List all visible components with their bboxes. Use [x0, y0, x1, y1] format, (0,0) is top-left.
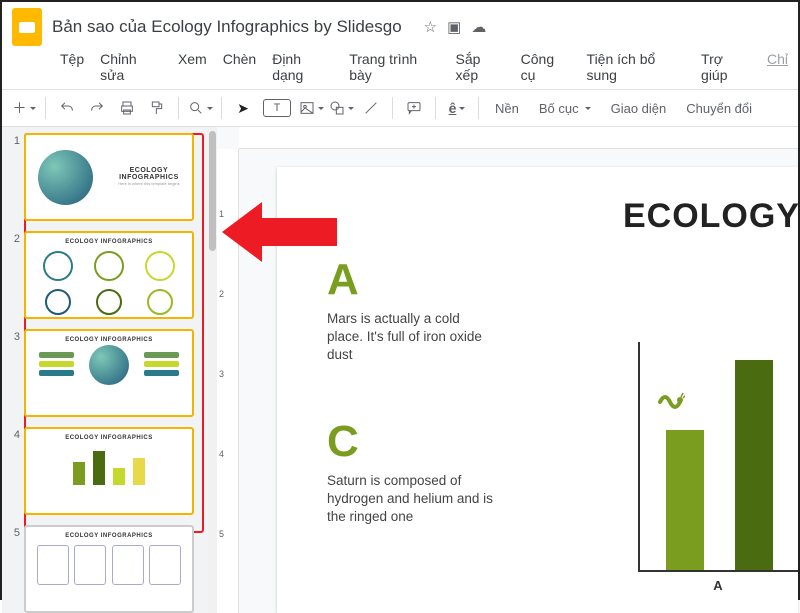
menu-insert[interactable]: Chèn	[223, 51, 256, 83]
vertical-ruler: 1 2 3 4 5	[217, 149, 239, 613]
image-tool[interactable]	[297, 94, 325, 122]
thumb1-sub: Here is where this template begins	[118, 181, 179, 186]
slide-thumb-4[interactable]: ECOLOGY INFOGRAPHICS	[24, 427, 194, 515]
circle-icon	[147, 289, 173, 315]
menu-edit[interactable]: Chỉnh sửa	[100, 51, 162, 83]
menu-bar: Tệp Chỉnh sửa Xem Chèn Định dạng Trang t…	[2, 48, 798, 89]
bar-chart[interactable]: A	[638, 342, 798, 593]
horizontal-ruler	[239, 127, 798, 149]
circle-icon	[94, 251, 124, 281]
select-tool[interactable]: ➤	[229, 94, 257, 122]
shape-tool[interactable]	[327, 94, 355, 122]
layout-button[interactable]: Bố cục	[530, 94, 600, 122]
redo-button[interactable]	[83, 94, 111, 122]
card-icon	[112, 545, 144, 585]
thumb3-title: ECOLOGY INFOGRAPHICS	[26, 331, 192, 345]
worm-icon	[655, 382, 685, 419]
text-c: Saturn is composed of hydrogen and heliu…	[327, 472, 497, 527]
slide-thumb-2[interactable]: ECOLOGY INFOGRAPHICS	[24, 231, 194, 319]
bar-icon	[133, 458, 145, 485]
thumb1-title1: ECOLOGY	[118, 167, 179, 174]
theme-button[interactable]: Giao diện	[602, 94, 676, 122]
menu-addons[interactable]: Tiện ích bổ sung	[587, 51, 686, 83]
slide-thumb-1[interactable]: ECOLOGY INFOGRAPHICS Here is where this …	[24, 133, 194, 221]
card-icon	[37, 545, 69, 585]
filmstrip-scrollbar[interactable]	[208, 127, 217, 613]
card-icon	[149, 545, 181, 585]
line-tool[interactable]	[357, 94, 385, 122]
thumb1-title2: INFOGRAPHICS	[118, 174, 179, 181]
menu-tools[interactable]: Công cụ	[521, 51, 571, 83]
thumb-num: 2	[6, 233, 20, 245]
star-icon[interactable]: ☆	[424, 18, 437, 36]
cloud-icon[interactable]: ☁	[471, 18, 486, 36]
new-slide-button[interactable]: ＋	[10, 94, 38, 122]
zoom-button[interactable]	[186, 94, 214, 122]
thumb-num: 3	[6, 331, 20, 343]
menu-file[interactable]: Tệp	[60, 51, 84, 83]
textbox-tool[interactable]: T	[263, 99, 291, 117]
menu-slide[interactable]: Trang trình bày	[349, 51, 439, 83]
chart-bar-b	[735, 360, 773, 570]
thumb2-title: ECOLOGY INFOGRAPHICS	[26, 233, 192, 247]
toolbar: ＋ ➤ T ê Nền Bố cục Giao diện Chuyển đổi	[2, 89, 798, 127]
move-icon[interactable]: ▣	[447, 18, 461, 36]
paint-format-button[interactable]	[143, 94, 171, 122]
thumb-num: 5	[6, 527, 20, 539]
circle-icon	[145, 251, 175, 281]
circle-icon	[43, 251, 73, 281]
link-button[interactable]: ê	[443, 94, 471, 122]
menu-help[interactable]: Trợ giúp	[701, 51, 751, 83]
slide-title[interactable]: ECOLOGY	[327, 197, 800, 236]
globe-icon	[38, 150, 93, 205]
transition-button[interactable]: Chuyển đổi	[677, 94, 761, 122]
chart-bar-a	[666, 430, 704, 570]
slides-logo-icon[interactable]	[12, 8, 42, 46]
filmstrip: 1 ECOLOGY INFOGRAPHICS Here is where thi…	[2, 127, 217, 613]
document-title[interactable]: Bản sao của Ecology Infographics by Slid…	[52, 17, 402, 37]
canvas-area: 1 2 3 4 5 ECOLOGY A Mars is actually a c…	[217, 127, 798, 613]
bar-icon	[93, 451, 105, 485]
title-bar: Bản sao của Ecology Infographics by Slid…	[2, 2, 798, 48]
background-button[interactable]: Nền	[486, 94, 528, 122]
axis-label-a: A	[638, 578, 798, 593]
thumb4-title: ECOLOGY INFOGRAPHICS	[26, 429, 192, 443]
menu-arrange[interactable]: Sắp xếp	[456, 51, 505, 83]
globe-icon	[89, 345, 129, 385]
workspace: 1 ECOLOGY INFOGRAPHICS Here is where thi…	[2, 127, 798, 613]
thumb-num: 1	[6, 135, 20, 147]
circle-icon	[45, 289, 71, 315]
menu-lastedit[interactable]: Chỉ	[767, 51, 788, 83]
menu-view[interactable]: Xem	[178, 51, 207, 83]
slide-canvas[interactable]: ECOLOGY A Mars is actually a cold place.…	[277, 167, 798, 613]
thumb5-title: ECOLOGY INFOGRAPHICS	[26, 527, 192, 541]
print-button[interactable]	[113, 94, 141, 122]
menu-format[interactable]: Định dạng	[272, 51, 333, 83]
letter-a: A	[327, 258, 798, 302]
card-icon	[74, 545, 106, 585]
text-a: Mars is actually a cold place. It's full…	[327, 310, 497, 365]
undo-button[interactable]	[53, 94, 81, 122]
comment-button[interactable]	[400, 94, 428, 122]
thumb-num: 4	[6, 429, 20, 441]
bar-icon	[113, 468, 125, 485]
circle-icon	[96, 289, 122, 315]
slide-thumb-3[interactable]: ECOLOGY INFOGRAPHICS	[24, 329, 194, 417]
bar-icon	[73, 462, 85, 485]
